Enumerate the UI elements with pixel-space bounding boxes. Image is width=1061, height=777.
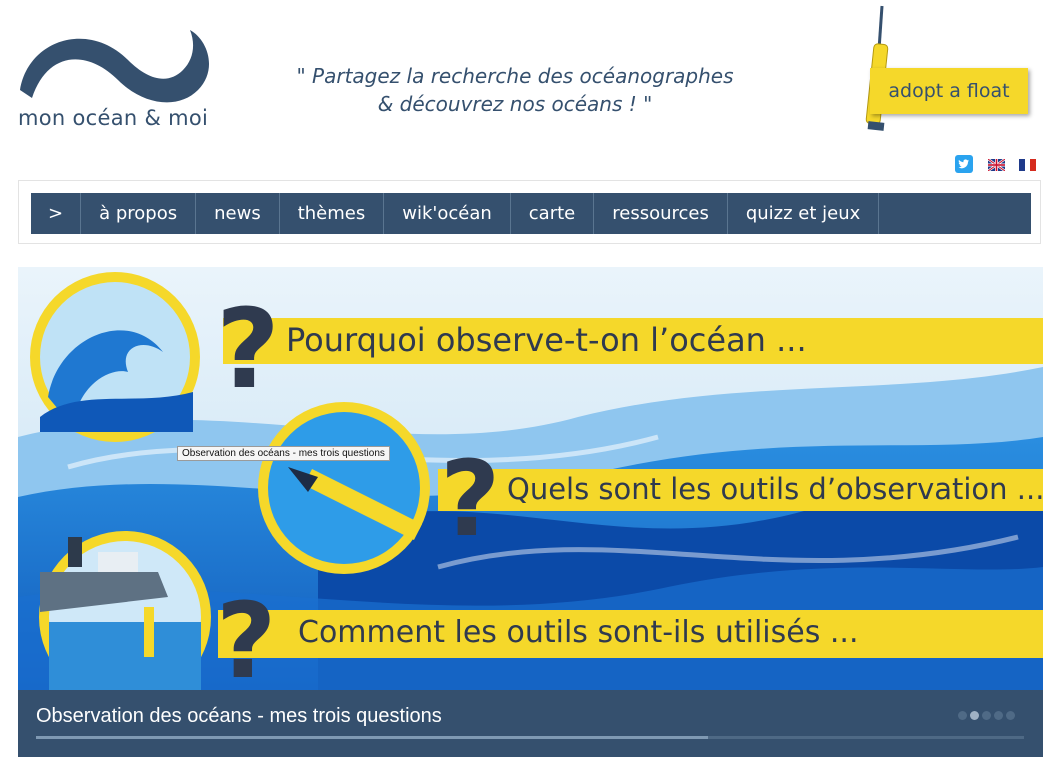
tagline-line-2: & découvrez nos océans ! " <box>377 92 653 116</box>
nav-item-themes[interactable]: thèmes <box>280 193 385 234</box>
nav-item-carte[interactable]: carte <box>511 193 595 234</box>
nav-item-home[interactable]: > <box>31 193 82 234</box>
tagline: " Partagez la recherche des océanographe… <box>260 62 770 118</box>
adopt-a-float-promo[interactable]: adopt a float <box>840 4 1040 144</box>
slide-progress-bar <box>36 736 1024 739</box>
hero-slider[interactable]: ? ? ? Pourquoi observe-t-on l’océan ... … <box>18 267 1043 757</box>
slide-pagination <box>958 711 1015 720</box>
site-logo[interactable]: mon océan & moi <box>18 10 218 135</box>
slide-dot-4[interactable] <box>994 711 1003 720</box>
slide-progress-fill <box>36 736 708 739</box>
nav-item-news[interactable]: news <box>196 193 280 234</box>
svg-text:?: ? <box>440 438 500 560</box>
slide-tooltip: Observation des océans - mes trois quest… <box>177 446 390 461</box>
nav-item-quizz-et-jeux[interactable]: quizz et jeux <box>728 193 880 234</box>
nav-item-ressources[interactable]: ressources <box>594 193 728 234</box>
question-3: Comment les outils sont-ils utilisés ... <box>298 615 859 650</box>
adopt-a-float-button[interactable]: adopt a float <box>870 68 1028 114</box>
svg-text:?: ? <box>216 285 280 413</box>
flag-uk-icon[interactable] <box>987 158 1006 172</box>
svg-text:?: ? <box>216 580 276 702</box>
slide-caption-bar: Observation des océans - mes trois quest… <box>18 690 1043 757</box>
tagline-line-1: " Partagez la recherche des océanographe… <box>296 64 734 88</box>
slide-caption: Observation des océans - mes trois quest… <box>36 705 442 727</box>
twitter-icon[interactable] <box>955 155 973 173</box>
nav-item-a-propos[interactable]: à propos <box>81 193 197 234</box>
slide-dot-3[interactable] <box>982 711 991 720</box>
question-1: Pourquoi observe-t-on l’océan ... <box>286 321 807 359</box>
flag-fr-icon[interactable] <box>1019 158 1036 171</box>
logo-text: mon océan & moi <box>18 106 209 130</box>
wave-logo-icon <box>20 30 210 103</box>
nav-item-wikocean[interactable]: wik'océan <box>384 193 511 234</box>
slide-dot-1[interactable] <box>958 711 967 720</box>
slide-dot-5[interactable] <box>1006 711 1015 720</box>
question-2: Quels sont les outils d’observation ... <box>507 472 1043 506</box>
main-navigation: > à propos news thèmes wik'océan carte r… <box>31 193 1031 234</box>
main-navigation-frame: > à propos news thèmes wik'océan carte r… <box>18 180 1041 244</box>
slide-dot-2[interactable] <box>970 711 979 720</box>
